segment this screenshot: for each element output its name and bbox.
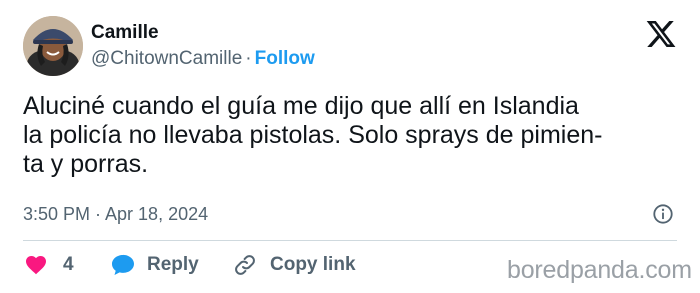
link-icon bbox=[235, 255, 255, 275]
timestamp[interactable]: 3:50 PM · Apr 18, 2024 bbox=[23, 204, 208, 225]
copy-link-button[interactable]: Copy link bbox=[232, 253, 356, 277]
user-handle[interactable]: @ChitownCamille bbox=[91, 48, 242, 69]
speech-bubble-icon bbox=[112, 254, 134, 275]
handle-row: @ChitownCamille · Follow bbox=[91, 48, 315, 70]
copy-link-label: Copy link bbox=[270, 254, 356, 275]
info-icon[interactable] bbox=[652, 203, 674, 225]
like-count: 4 bbox=[63, 254, 74, 275]
avatar-image bbox=[23, 16, 83, 76]
tweet-text-line: ta y porras. bbox=[23, 150, 149, 178]
reply-label: Reply bbox=[147, 254, 199, 275]
watermark: boredpanda.com bbox=[507, 256, 692, 284]
heart-icon bbox=[26, 256, 46, 275]
x-logo-icon[interactable] bbox=[645, 18, 677, 50]
tweet-text: Aluciné cuando el guía me dijo que allí … bbox=[23, 92, 663, 179]
reply-button[interactable]: Reply bbox=[110, 253, 199, 277]
tweet-text-line: la policía no llevaba pistolas. Solo spr… bbox=[23, 121, 603, 149]
divider bbox=[23, 240, 677, 241]
avatar[interactable] bbox=[23, 16, 83, 76]
separator-dot: · bbox=[245, 48, 252, 69]
follow-button[interactable]: Follow bbox=[255, 48, 315, 69]
tweet-text-line: Aluciné cuando el guía me dijo que allí … bbox=[23, 92, 579, 120]
like-button[interactable]: 4 bbox=[24, 253, 74, 277]
display-name[interactable]: Camille bbox=[91, 22, 159, 44]
